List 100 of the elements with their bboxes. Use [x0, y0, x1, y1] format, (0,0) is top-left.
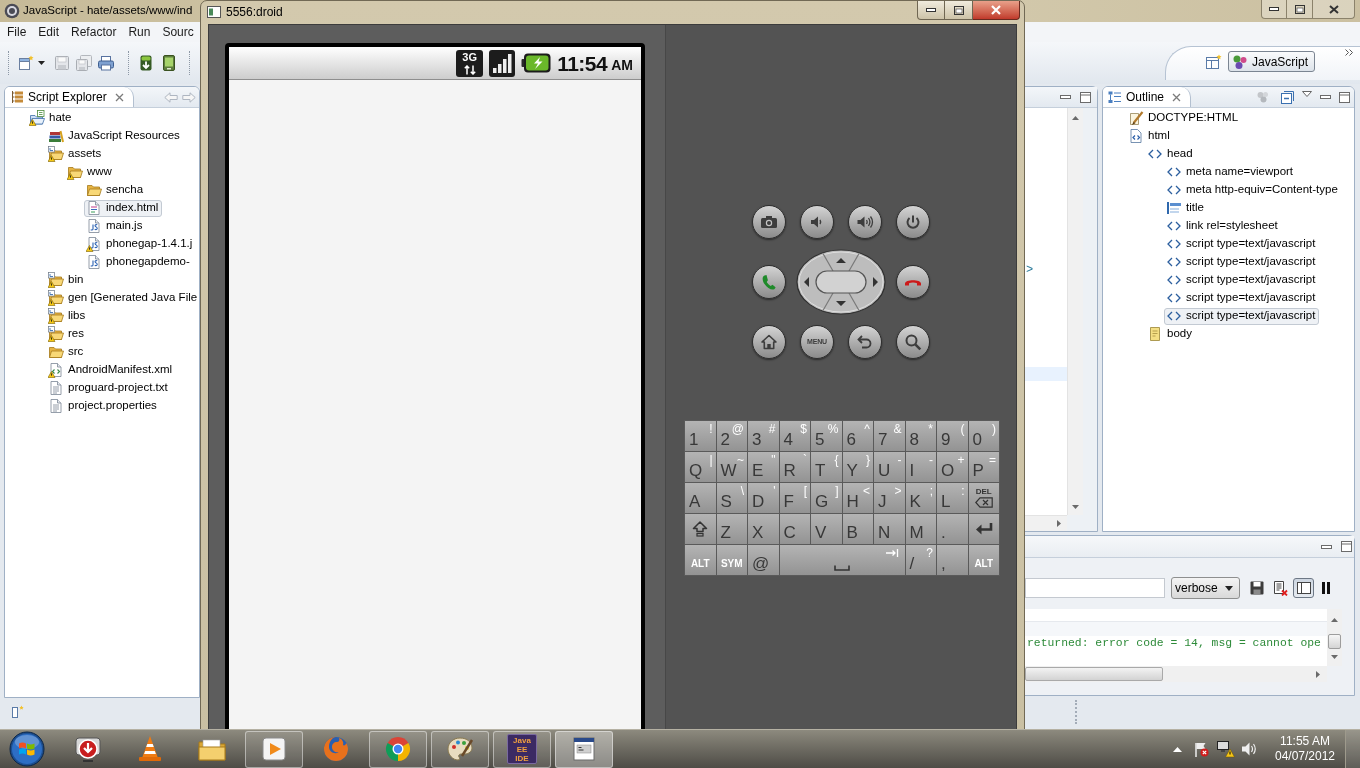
keyboard-key[interactable]: J >	[874, 483, 905, 513]
enter-key[interactable]	[968, 514, 999, 544]
keyboard-key[interactable]: G ]	[811, 483, 842, 513]
home-button[interactable]	[752, 325, 786, 359]
keyboard-key[interactable]: V	[811, 514, 842, 544]
keyboard-key[interactable]: 7 &	[874, 421, 905, 451]
tree-item[interactable]: proguard-project.txt	[46, 379, 172, 397]
tree-item[interactable]: script type=text/javascript	[1164, 235, 1320, 253]
delete-key[interactable]: DEL	[968, 483, 999, 513]
modifier-key[interactable]: ALT	[968, 545, 999, 575]
tree-item[interactable]: sencha	[84, 181, 148, 199]
clock-time[interactable]: 11:55 AM	[1280, 734, 1330, 749]
close-icon[interactable]	[1172, 92, 1182, 102]
tree-item[interactable]: libs	[46, 307, 90, 325]
close-button[interactable]	[1313, 0, 1355, 19]
keyboard-key[interactable]: H <	[842, 483, 873, 513]
toggle-button[interactable]	[1293, 578, 1314, 598]
menu-item[interactable]: File	[1, 23, 33, 41]
tree-item[interactable]: DOCTYPE:HTML	[1126, 109, 1243, 127]
view-tab[interactable]: Script Explorer	[5, 87, 134, 107]
tree-item[interactable]: hate	[27, 109, 76, 127]
view-tab[interactable]: Outline	[1103, 87, 1192, 107]
shift-key[interactable]	[685, 514, 716, 544]
view-menu-icon[interactable]	[1302, 91, 1312, 97]
keyboard-key[interactable]: O +	[937, 452, 968, 482]
keyboard-key[interactable]: M	[905, 514, 936, 544]
tree-item[interactable]: body	[1145, 325, 1196, 343]
keyboard-key[interactable]: D '	[748, 483, 779, 513]
taskbar-button[interactable]	[245, 730, 303, 768]
keyboard-key[interactable]: N	[874, 514, 905, 544]
tree-item[interactable]: main.js	[84, 217, 147, 235]
tree-item[interactable]: script type=text/javascript	[1164, 253, 1320, 271]
triangle-right-icon[interactable]	[1057, 520, 1061, 527]
keyboard-key[interactable]: X	[748, 514, 779, 544]
keyboard-key[interactable]: P =	[968, 452, 999, 482]
pause-icon[interactable]	[1322, 582, 1330, 594]
keyboard-key[interactable]: E "	[748, 452, 779, 482]
keyboard-key[interactable]: 9 (	[937, 421, 968, 451]
tree-item[interactable]: assets	[46, 145, 106, 163]
keyboard-key[interactable]: T {	[811, 452, 842, 482]
menu-item[interactable]: Sourc	[156, 23, 200, 41]
keyboard-key[interactable]: 0 )	[968, 421, 999, 451]
maximize-button[interactable]	[945, 1, 973, 20]
taskbar-button[interactable]	[555, 730, 613, 768]
open-perspective-icon[interactable]	[1206, 54, 1222, 70]
flag-icon[interactable]	[1193, 741, 1209, 757]
tree-item[interactable]: title	[1164, 199, 1208, 217]
perspective-button[interactable]: JavaScript	[1228, 51, 1316, 72]
triangle-up-icon[interactable]	[1331, 618, 1338, 622]
keyboard-key[interactable]: W~	[716, 452, 747, 482]
log-level-select[interactable]: verbose	[1171, 577, 1240, 599]
print-icon[interactable]	[98, 55, 114, 71]
tree-item[interactable]: www	[65, 163, 116, 181]
minimize-icon[interactable]	[1060, 95, 1071, 99]
tree-item[interactable]: res	[46, 325, 88, 343]
volume-up-button[interactable]	[848, 205, 882, 239]
close-icon[interactable]	[114, 92, 124, 102]
vertical-scrollbar[interactable]	[1067, 108, 1083, 515]
keyboard-key[interactable]: 3 #	[748, 421, 779, 451]
tree-item[interactable]: script type=text/javascript	[1164, 271, 1320, 289]
maximize-icon[interactable]	[1339, 91, 1350, 103]
keyboard-key[interactable]: / ?	[905, 545, 936, 575]
search-button[interactable]	[896, 325, 930, 359]
minimize-icon[interactable]	[1320, 95, 1331, 99]
tree-item[interactable]: phonegap-1.4.1.j	[84, 235, 197, 253]
caret-up-icon[interactable]	[1173, 746, 1182, 752]
start-button[interactable]	[9, 731, 45, 767]
tree-item[interactable]: meta name=viewport	[1164, 163, 1298, 181]
power-button[interactable]	[896, 205, 930, 239]
tree-item[interactable]: phonegapdemo-	[84, 253, 194, 271]
keyboard-key[interactable]: .	[937, 514, 968, 544]
search-field[interactable]	[1025, 578, 1165, 598]
menu-item[interactable]: Edit	[32, 23, 66, 41]
vertical-scrollbar[interactable]	[1327, 609, 1342, 666]
device-icon[interactable]	[161, 55, 177, 71]
keyboard-key[interactable]: Q |	[685, 452, 716, 482]
collapse-all-icon[interactable]	[1281, 90, 1294, 104]
clock-date[interactable]: 04/07/2012	[1274, 749, 1336, 764]
modifier-key[interactable]: SYM	[716, 545, 747, 575]
direction-pad[interactable]	[796, 249, 886, 315]
tree-item[interactable]: head	[1145, 145, 1197, 163]
call-button[interactable]	[752, 265, 786, 299]
keyboard-key[interactable]: Y }	[842, 452, 873, 482]
horizontal-scrollbar[interactable]	[1025, 666, 1327, 682]
keyboard-key[interactable]: R `	[779, 452, 810, 482]
keyboard-key[interactable]: C	[779, 514, 810, 544]
keyboard-key[interactable]: I -	[905, 452, 936, 482]
keyboard-key[interactable]: L :	[937, 483, 968, 513]
end-call-button[interactable]	[896, 265, 930, 299]
volume-down-button[interactable]	[800, 205, 834, 239]
triangle-right-icon[interactable]	[1316, 670, 1320, 678]
scroll-thumb[interactable]	[1025, 667, 1163, 681]
keyboard-key[interactable]: 8 *	[905, 421, 936, 451]
network-icon[interactable]	[1217, 740, 1235, 758]
taskbar-button[interactable]	[431, 730, 489, 768]
save-icon[interactable]	[1250, 581, 1264, 595]
keyboard-key[interactable]: B	[842, 514, 873, 544]
caret-icon[interactable]	[38, 61, 45, 65]
tree-item[interactable]: bin	[46, 271, 88, 289]
tree-item[interactable]: link rel=stylesheet	[1164, 217, 1282, 235]
